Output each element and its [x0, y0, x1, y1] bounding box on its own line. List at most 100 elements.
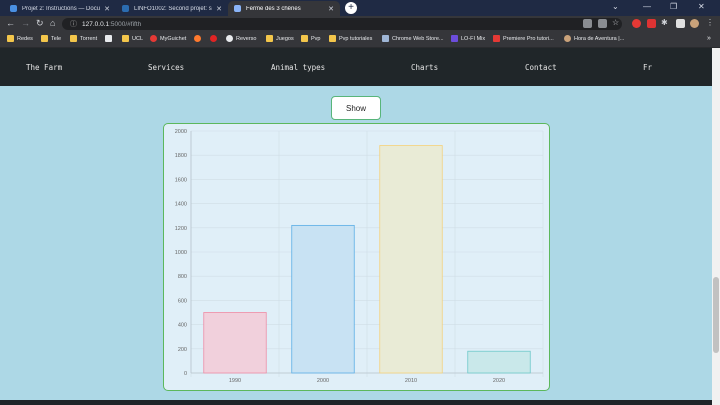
- y-tick-label: 1600: [175, 177, 187, 183]
- nav-services[interactable]: Services: [148, 63, 184, 72]
- y-tick-label: 1800: [175, 153, 187, 159]
- bookmark-lofi-mix[interactable]: LO-FI Mix: [451, 35, 485, 42]
- nav-the-farm[interactable]: The Farm: [26, 63, 62, 72]
- url-text: 127.0.0.1:5000/#fifth: [82, 20, 142, 28]
- lofi-icon: [451, 35, 458, 42]
- more-bookmarks-icon[interactable]: »: [707, 35, 711, 42]
- site-navbar: The Farm Services Animal types Charts Co…: [0, 48, 712, 86]
- close-tab-icon[interactable]: ✕: [104, 5, 110, 13]
- restore-icon[interactable]: ❐: [670, 2, 677, 11]
- browser-toolbar: ← → ↻ ⌂ ⓘ 127.0.0.1:5000/#fifth ☆ ✱ ⋮: [0, 16, 720, 32]
- folder-icon: [266, 35, 273, 42]
- reload-icon[interactable]: ↻: [36, 18, 44, 29]
- forward-icon[interactable]: →: [21, 18, 30, 28]
- y-tick-label: 400: [178, 323, 187, 329]
- folder-icon: [70, 35, 77, 42]
- bookmark-torrent[interactable]: Torrent: [70, 35, 97, 42]
- y-tick-label: 1400: [175, 202, 187, 208]
- charts-section: Show 0 200 400 600 800 1000 1200 1400 1600 1800 20…: [0, 86, 712, 405]
- bookmark-pvp-tutoriales[interactable]: Pvp tutoriales: [329, 35, 372, 42]
- y-tick-label: 600: [178, 298, 187, 304]
- bookmark-redes[interactable]: Redes: [7, 35, 33, 42]
- hora-icon: [564, 35, 571, 42]
- site-info-icon[interactable]: ⓘ: [70, 19, 77, 29]
- nav-language-fr[interactable]: Fr: [643, 63, 652, 72]
- nav-animal-types[interactable]: Animal types: [271, 63, 325, 72]
- bookmark-star-icon[interactable]: ☆: [612, 18, 619, 27]
- home-icon[interactable]: ⌂: [50, 18, 55, 28]
- page-footer-edge: [0, 400, 712, 405]
- firefox-icon: [194, 35, 201, 42]
- bookmark-ghost[interactable]: [105, 35, 115, 42]
- bookmark-pvp[interactable]: Pvp: [301, 35, 320, 42]
- tab-favicon-icon: [234, 5, 241, 12]
- y-tick-label: 1000: [175, 250, 187, 256]
- browser-tab-bar: Projet 2: Instructions — Docume ✕ LINFO1…: [0, 0, 720, 16]
- bookmark-chrome-web-store[interactable]: Chrome Web Store...: [382, 35, 444, 42]
- nav-charts[interactable]: Charts: [411, 63, 438, 72]
- chart-card: 0 200 400 600 800 1000 1200 1400 1600 1800 2000 199…: [163, 123, 550, 391]
- bookmark-premiere-pro[interactable]: Premiere Pro tutori...: [493, 35, 554, 42]
- folder-icon: [7, 35, 14, 42]
- bookmark-juegos[interactable]: Juegos: [266, 35, 294, 42]
- adobe-icon: [493, 35, 500, 42]
- y-tick-label: 0: [184, 371, 187, 377]
- nav-contact[interactable]: Contact: [525, 63, 557, 72]
- scrollbar-thumb[interactable]: [713, 277, 719, 353]
- browser-tab-2[interactable]: LINFO1002: Second projet: sour ✕: [116, 1, 228, 16]
- bar-2000: [291, 224, 355, 374]
- x-tick-label: 2010: [405, 378, 417, 384]
- browser-tab-3-active[interactable]: Ferme des 3 chênes ✕: [228, 1, 340, 16]
- tab-search-icon[interactable]: ⌄: [612, 2, 619, 11]
- bar-2010: [379, 145, 443, 374]
- close-window-icon[interactable]: ✕: [698, 2, 705, 11]
- share-icon[interactable]: [598, 19, 607, 28]
- h-icon: [210, 35, 217, 42]
- close-tab-icon[interactable]: ✕: [216, 5, 222, 13]
- folder-icon: [122, 35, 129, 42]
- profile-avatar[interactable]: [690, 19, 699, 28]
- bookmark-reverso[interactable]: Reverso: [226, 35, 256, 42]
- extension-icon[interactable]: [647, 19, 656, 28]
- y-tick-label: 800: [178, 274, 187, 280]
- x-tick-label: 2020: [493, 378, 505, 384]
- browser-tab-1[interactable]: Projet 2: Instructions — Docume ✕: [4, 1, 116, 16]
- bookmark-orange[interactable]: [194, 35, 204, 42]
- bar-1990: [203, 312, 267, 374]
- folder-icon: [329, 35, 336, 42]
- new-tab-button[interactable]: +: [345, 2, 357, 14]
- translate-icon[interactable]: [583, 19, 592, 28]
- x-tick-label: 2000: [317, 378, 329, 384]
- bar-chart: 0 200 400 600 800 1000 1200 1400 1600 1800 2000 199…: [175, 129, 544, 384]
- bar-2020: [467, 350, 531, 374]
- tab-title: LINFO1002: Second projet: sour: [134, 5, 213, 12]
- show-button[interactable]: Show: [331, 96, 381, 120]
- back-icon[interactable]: ←: [6, 18, 15, 28]
- bookmark-tele[interactable]: Tele: [41, 35, 61, 42]
- folder-icon: [301, 35, 308, 42]
- myguichet-icon: [150, 35, 157, 42]
- minimize-icon[interactable]: —: [643, 2, 651, 11]
- sidebar-icon[interactable]: [676, 19, 685, 28]
- menu-icon[interactable]: ⋮: [706, 18, 714, 27]
- extensions-puzzle-icon[interactable]: ✱: [661, 18, 668, 27]
- bookmark-ucl[interactable]: UCL: [122, 35, 143, 42]
- bookmark-hora-de-aventura[interactable]: Hora de Aventura |...: [564, 35, 624, 42]
- store-icon: [382, 35, 389, 42]
- tab-favicon-icon: [122, 5, 129, 12]
- folder-icon: [41, 35, 48, 42]
- x-tick-label: 1990: [229, 378, 241, 384]
- tab-favicon-icon: [10, 5, 17, 12]
- address-bar[interactable]: ⓘ 127.0.0.1:5000/#fifth: [62, 18, 622, 30]
- tab-title: Projet 2: Instructions — Docume: [22, 5, 101, 12]
- bookmark-red[interactable]: [210, 35, 220, 42]
- bookmarks-bar: Redes Tele Torrent UCL MyGuichet Reverso…: [0, 32, 720, 48]
- bookmark-myguichet[interactable]: MyGuichet: [150, 35, 186, 42]
- close-tab-icon[interactable]: ✕: [328, 5, 334, 13]
- tab-title: Ferme des 3 chênes: [246, 5, 301, 12]
- y-tick-label: 1200: [175, 226, 187, 232]
- reverso-icon: [226, 35, 233, 42]
- y-tick-label: 2000: [175, 129, 187, 135]
- extension-red-icon[interactable]: [632, 19, 641, 28]
- ghost-icon: [105, 35, 112, 42]
